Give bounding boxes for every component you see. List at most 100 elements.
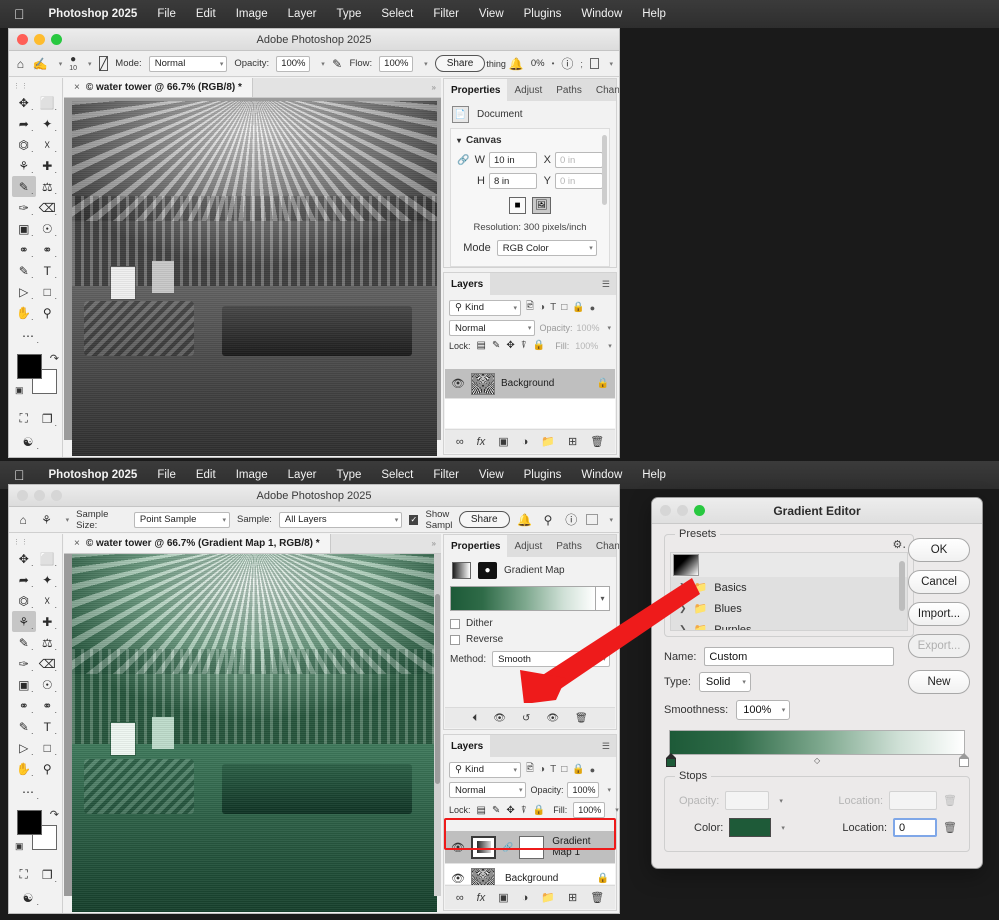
menu-item-edit[interactable]: Edit	[186, 8, 226, 20]
panel-menu-icon[interactable]: ☰	[596, 735, 616, 757]
mode-select[interactable]: Normal ▾	[148, 55, 228, 72]
zoom-button[interactable]	[51, 34, 62, 45]
blend-mode-select[interactable]: Normal ▾	[449, 320, 536, 336]
presets-list[interactable]: ❯ 📁 Basics ❯ 📁 Blues ❯ 📁 Purples	[670, 552, 908, 631]
dialog-buttons[interactable]: OK Cancel Import... Export... New	[908, 538, 970, 694]
minimize-button[interactable]	[34, 490, 45, 501]
share-button[interactable]: Share	[458, 511, 510, 528]
show-sampling-ring-checkbox[interactable]: ✓	[409, 514, 419, 525]
zoom-button[interactable]	[694, 505, 705, 516]
search-icon[interactable]: ⚲	[540, 511, 556, 529]
workspace-chevron-down-icon[interactable]: ▾	[609, 516, 613, 524]
menu-item-file[interactable]: File	[147, 469, 186, 481]
canvas-scrollbar-vertical[interactable]	[434, 554, 441, 896]
link-layers-icon[interactable]: ∞	[456, 892, 464, 904]
fx-icon[interactable]: fx	[477, 436, 486, 448]
chevron-down-icon[interactable]: ▾	[457, 136, 461, 145]
layer-filter-select[interactable]: ⚲ Kind ▾	[449, 299, 521, 316]
preset-folder-basics[interactable]: ❯ 📁 Basics	[671, 577, 907, 598]
layer-mask-icon[interactable]: ▣	[498, 891, 508, 904]
properties-panel-tabs[interactable]: Properties Adjust Paths Channe ☰	[444, 535, 619, 557]
landscape-orientation-icon[interactable]: 🖼	[532, 197, 551, 214]
home-icon[interactable]: ⌂	[15, 55, 26, 73]
menubar-top[interactable]:  Photoshop 2025 File Edit Image Layer T…	[0, 0, 999, 28]
lock-position-icon[interactable]: ✥	[506, 805, 514, 816]
tab-paths[interactable]: Paths	[549, 79, 589, 101]
smoothing-options-icon[interactable]: •	[552, 59, 555, 68]
tool-brush[interactable]: ✎	[12, 632, 36, 653]
tool-edit-toolbar[interactable]: ⋯	[15, 325, 41, 346]
reset-icon[interactable]: ↺	[522, 713, 530, 724]
new-group-icon[interactable]: 📁	[541, 435, 555, 448]
tool-brush[interactable]: ✎	[12, 176, 36, 197]
lock-icon[interactable]: 🔒	[597, 873, 609, 884]
tool-eyedropper[interactable]: ⚘	[12, 155, 36, 176]
adjustment-filter-icon[interactable]: ◑	[539, 764, 545, 775]
tab-channels[interactable]: Channe	[589, 79, 619, 101]
presets-scrollbar[interactable]	[899, 561, 905, 611]
lock-transparent-icon[interactable]: ▤	[477, 340, 486, 351]
brush-icon[interactable]: ✍	[33, 55, 48, 73]
blend-mode-row[interactable]: Normal ▾ Opacity: 100% ▾	[444, 782, 616, 802]
color-mode-select[interactable]: RGB Color ▾	[496, 240, 597, 256]
panel-collapse-icon[interactable]: »	[432, 78, 441, 97]
zoom-button[interactable]	[51, 490, 62, 501]
type-filter-icon[interactable]: T	[550, 302, 556, 313]
height-input[interactable]: 8 in	[489, 173, 537, 189]
pixel-filter-icon[interactable]: 🖻	[526, 299, 534, 316]
tool-rectangle[interactable]: □	[36, 737, 60, 758]
quick-mask-icon[interactable]: ⛶	[12, 864, 36, 885]
tool-zoom[interactable]: ⚲	[36, 302, 60, 323]
menu-item-select[interactable]: Select	[371, 8, 423, 20]
window-titlebar-bottom[interactable]: Adobe Photoshop 2025	[9, 485, 619, 507]
bell-icon[interactable]: 🔔	[509, 55, 524, 73]
canvas-area-top[interactable]	[64, 98, 441, 456]
tool-marquee[interactable]: ⬜	[36, 92, 60, 113]
tool-crop[interactable]: ⏣	[12, 590, 36, 611]
menu-item-photoshop[interactable]: Photoshop 2025	[39, 8, 148, 20]
minimize-button[interactable]	[34, 34, 45, 45]
fill-input[interactable]: 100%	[573, 802, 606, 818]
table-row[interactable]: 👁 🔗 Gradient Map 1	[445, 831, 615, 864]
shape-filter-icon[interactable]: □	[561, 302, 567, 313]
color-stop-end[interactable]	[959, 753, 969, 767]
tool-eraser[interactable]: ⌫	[36, 653, 60, 674]
fx-icon[interactable]: fx	[477, 892, 486, 904]
color-location-input[interactable]: 0	[893, 818, 938, 837]
tool-type[interactable]: T	[36, 716, 60, 737]
tool-eraser[interactable]: ⌫	[36, 197, 60, 218]
color-stop-start[interactable]	[666, 753, 676, 767]
close-button[interactable]	[660, 505, 671, 516]
dither-row[interactable]: Dither	[450, 618, 610, 629]
default-colors-icon[interactable]: ▣	[15, 385, 24, 396]
foreground-color-swatch[interactable]	[17, 354, 42, 379]
y-input[interactable]: 0 in	[555, 173, 603, 189]
opacity-chevron-down-icon[interactable]: ▾	[607, 786, 611, 794]
new-group-icon[interactable]: 📁	[541, 891, 555, 904]
flow-input[interactable]: 100%	[379, 55, 414, 72]
layer-mask-icon[interactable]: ▣	[498, 435, 508, 448]
tool-object-select[interactable]: ✦	[36, 113, 60, 134]
x-input[interactable]: 0 in	[555, 152, 603, 168]
layer-thumbnail[interactable]	[471, 372, 495, 395]
tool-path-selection[interactable]: ▷	[12, 281, 36, 302]
tool-hand[interactable]: ✋	[12, 302, 36, 323]
pressure-opacity-icon[interactable]: ✎	[332, 55, 343, 73]
menu-item-filter[interactable]: Filter	[423, 469, 469, 481]
menu-item-plugins[interactable]: Plugins	[514, 8, 572, 20]
menu-item-image[interactable]: Image	[226, 8, 278, 20]
lock-image-icon[interactable]: ✎	[492, 340, 500, 351]
cancel-button[interactable]: Cancel	[908, 570, 970, 594]
tool-spot-healing[interactable]: ✚	[36, 155, 60, 176]
canvas-image-bw[interactable]	[72, 101, 437, 456]
close-icon[interactable]: ×	[74, 82, 80, 93]
workspace-icon[interactable]	[589, 58, 599, 69]
apple-icon[interactable]: 	[14, 468, 25, 482]
tool-move[interactable]: ✥	[12, 92, 36, 113]
airbrush-icon[interactable]: ╱	[98, 56, 109, 71]
chevron-right-icon[interactable]: ❯	[679, 603, 687, 614]
tool-blur[interactable]: ☉	[36, 674, 60, 695]
default-colors-icon[interactable]: ▣	[15, 841, 24, 852]
canvas-image-gradientmap[interactable]	[72, 554, 437, 912]
black-to-white-gradient-swatch[interactable]	[673, 554, 699, 576]
